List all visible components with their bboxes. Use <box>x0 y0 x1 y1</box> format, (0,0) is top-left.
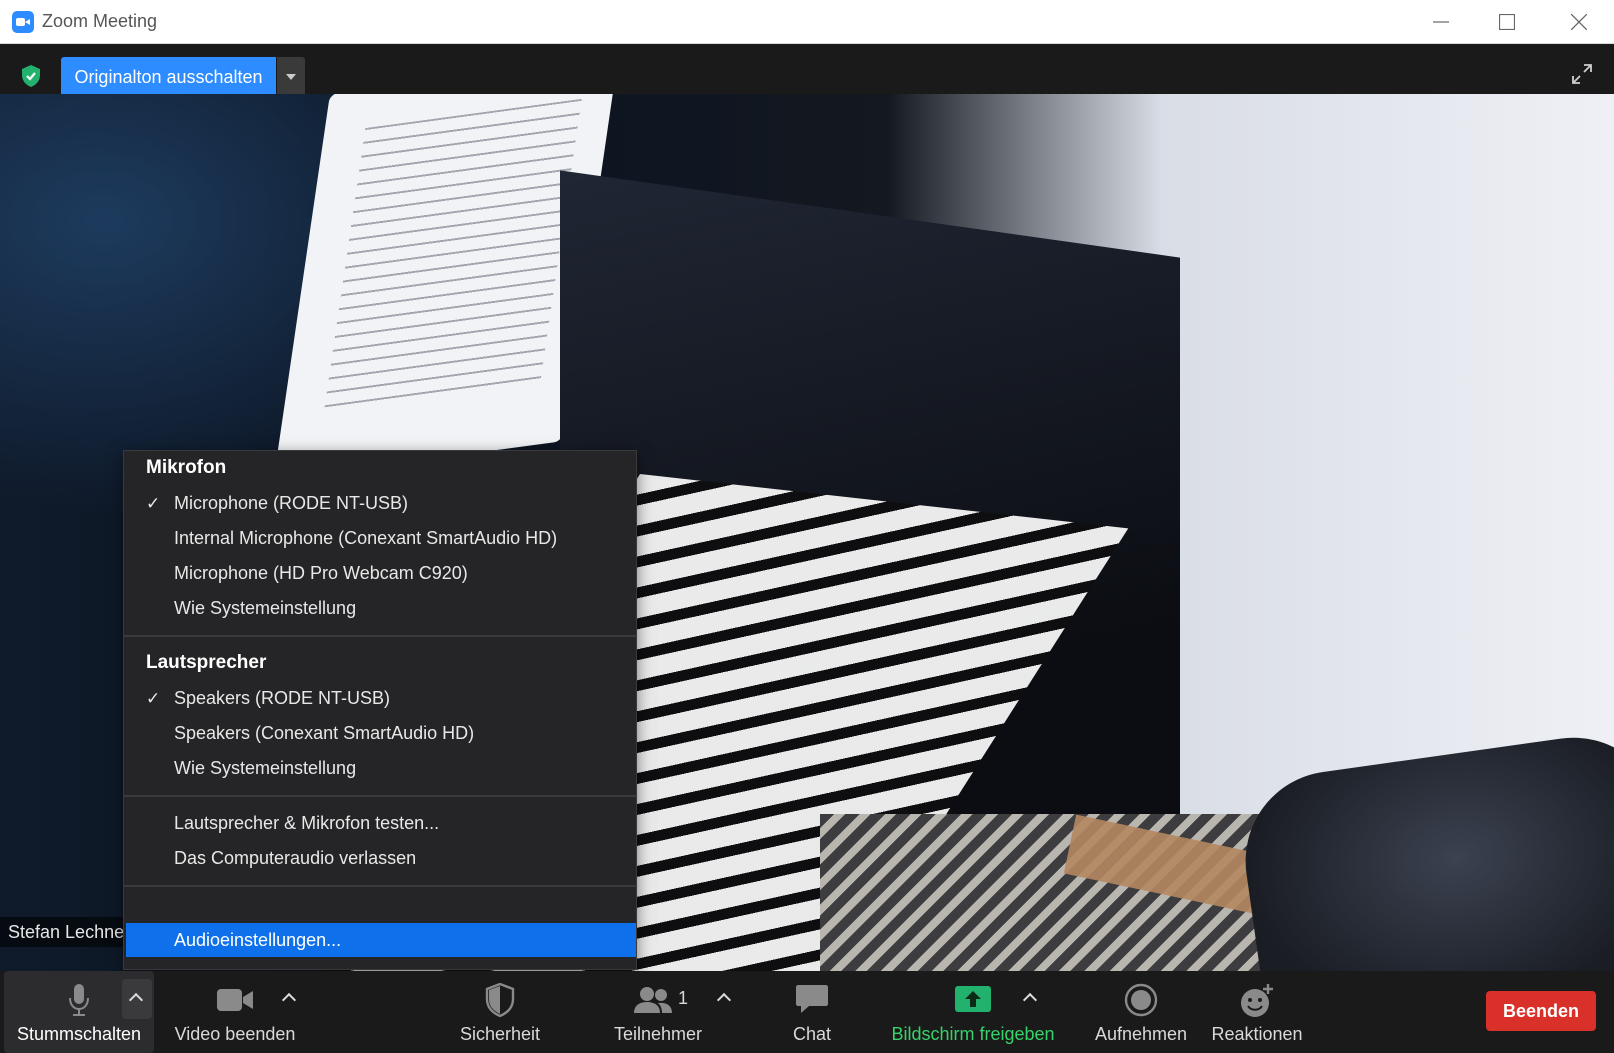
participant-name-label: Stefan Lechne <box>0 917 133 947</box>
window-title: Zoom Meeting <box>42 11 158 31</box>
reaction-emoji-icon <box>1241 984 1273 1017</box>
chat-label: Chat <box>792 1024 832 1044</box>
menu-item-mic-rode[interactable]: Microphone (RODE NT-USB) <box>174 493 408 514</box>
zoom-app-icon <box>12 11 34 33</box>
speaker-section-header: Lautsprecher <box>146 652 267 673</box>
security-shield-icon <box>485 983 515 1017</box>
participant-count: 1 <box>678 988 689 1008</box>
fullscreen-icon[interactable] <box>1570 62 1594 86</box>
reactions-label: Reaktionen <box>1211 1024 1303 1044</box>
checkmark-icon: ✓ <box>146 689 161 708</box>
menu-separator <box>124 795 636 797</box>
video-label: Video beenden <box>174 1024 296 1044</box>
menu-item-leave-computer-audio[interactable]: Das Computeraudio verlassen <box>174 848 416 869</box>
audio-options-caret[interactable] <box>122 979 152 1019</box>
audio-options-menu: Mikrofon ✓ Microphone (RODE NT-USB) Inte… <box>123 450 637 970</box>
security-button[interactable]: Sicherheit <box>440 971 560 1053</box>
close-icon <box>1571 14 1587 30</box>
end-meeting-button[interactable]: Beenden <box>1486 991 1596 1031</box>
record-button[interactable]: Aufnehmen <box>1076 971 1206 1053</box>
menu-separator <box>124 885 636 887</box>
video-camera-icon <box>217 989 253 1011</box>
microphone-section-header: Mikrofon <box>146 457 227 478</box>
menu-item-audio-settings[interactable]: Audioeinstellungen... <box>126 923 636 957</box>
piano-bench <box>1233 726 1614 971</box>
menu-separator <box>124 635 636 637</box>
reactions-button[interactable]: Reaktionen <box>1192 971 1322 1053</box>
security-label: Sicherheit <box>459 1024 541 1044</box>
participants-label: Teilnehmer <box>613 1024 703 1044</box>
maximize-button[interactable] <box>1474 0 1540 44</box>
menu-item-speaker-system[interactable]: Wie Systemeinstellung <box>174 758 356 779</box>
original-sound-button[interactable]: Originalton ausschalten <box>61 57 276 97</box>
menu-item-mic-webcam[interactable]: Microphone (HD Pro Webcam C920) <box>174 563 468 584</box>
maximize-icon <box>1499 14 1515 30</box>
minimize-button[interactable] <box>1408 0 1474 44</box>
title-bar: Zoom Meeting <box>0 0 1614 44</box>
menu-item-mic-system[interactable]: Wie Systemeinstellung <box>174 598 356 619</box>
chat-button[interactable]: Chat <box>762 971 862 1053</box>
video-options-caret[interactable] <box>275 979 305 1019</box>
menu-item-test-audio[interactable]: Lautsprecher & Mikrofon testen... <box>174 813 439 834</box>
mute-label: Stummschalten <box>16 1024 142 1044</box>
original-sound-dropdown[interactable] <box>277 57 305 97</box>
share-options-caret[interactable] <box>1016 979 1046 1019</box>
meeting-toolbar: Stummschalten Video beenden Sicherheit T… <box>0 971 1614 1053</box>
checkmark-icon: ✓ <box>146 494 161 513</box>
menu-item-speaker-conexant[interactable]: Speakers (Conexant SmartAudio HD) <box>174 723 474 744</box>
close-button[interactable] <box>1546 0 1612 44</box>
participants-options-caret[interactable] <box>710 979 740 1019</box>
participants-icon <box>634 987 673 1013</box>
menu-item-mic-internal[interactable]: Internal Microphone (Conexant SmartAudio… <box>174 528 557 549</box>
record-icon <box>1124 983 1158 1017</box>
share-screen-icon <box>955 986 991 1012</box>
encryption-shield-icon[interactable] <box>20 64 42 88</box>
audio-settings-label: Audioeinstellungen... <box>174 930 342 950</box>
microphone-icon <box>69 984 89 1016</box>
chat-bubble-icon <box>796 985 828 1013</box>
share-screen-label: Bildschirm freigeben <box>891 1024 1055 1044</box>
participants-button[interactable]: Teilnehmer <box>598 971 718 1053</box>
record-label: Aufnehmen <box>1094 1024 1188 1044</box>
menu-item-speaker-rode[interactable]: Speakers (RODE NT-USB) <box>174 688 390 709</box>
minimize-icon <box>1433 21 1449 23</box>
